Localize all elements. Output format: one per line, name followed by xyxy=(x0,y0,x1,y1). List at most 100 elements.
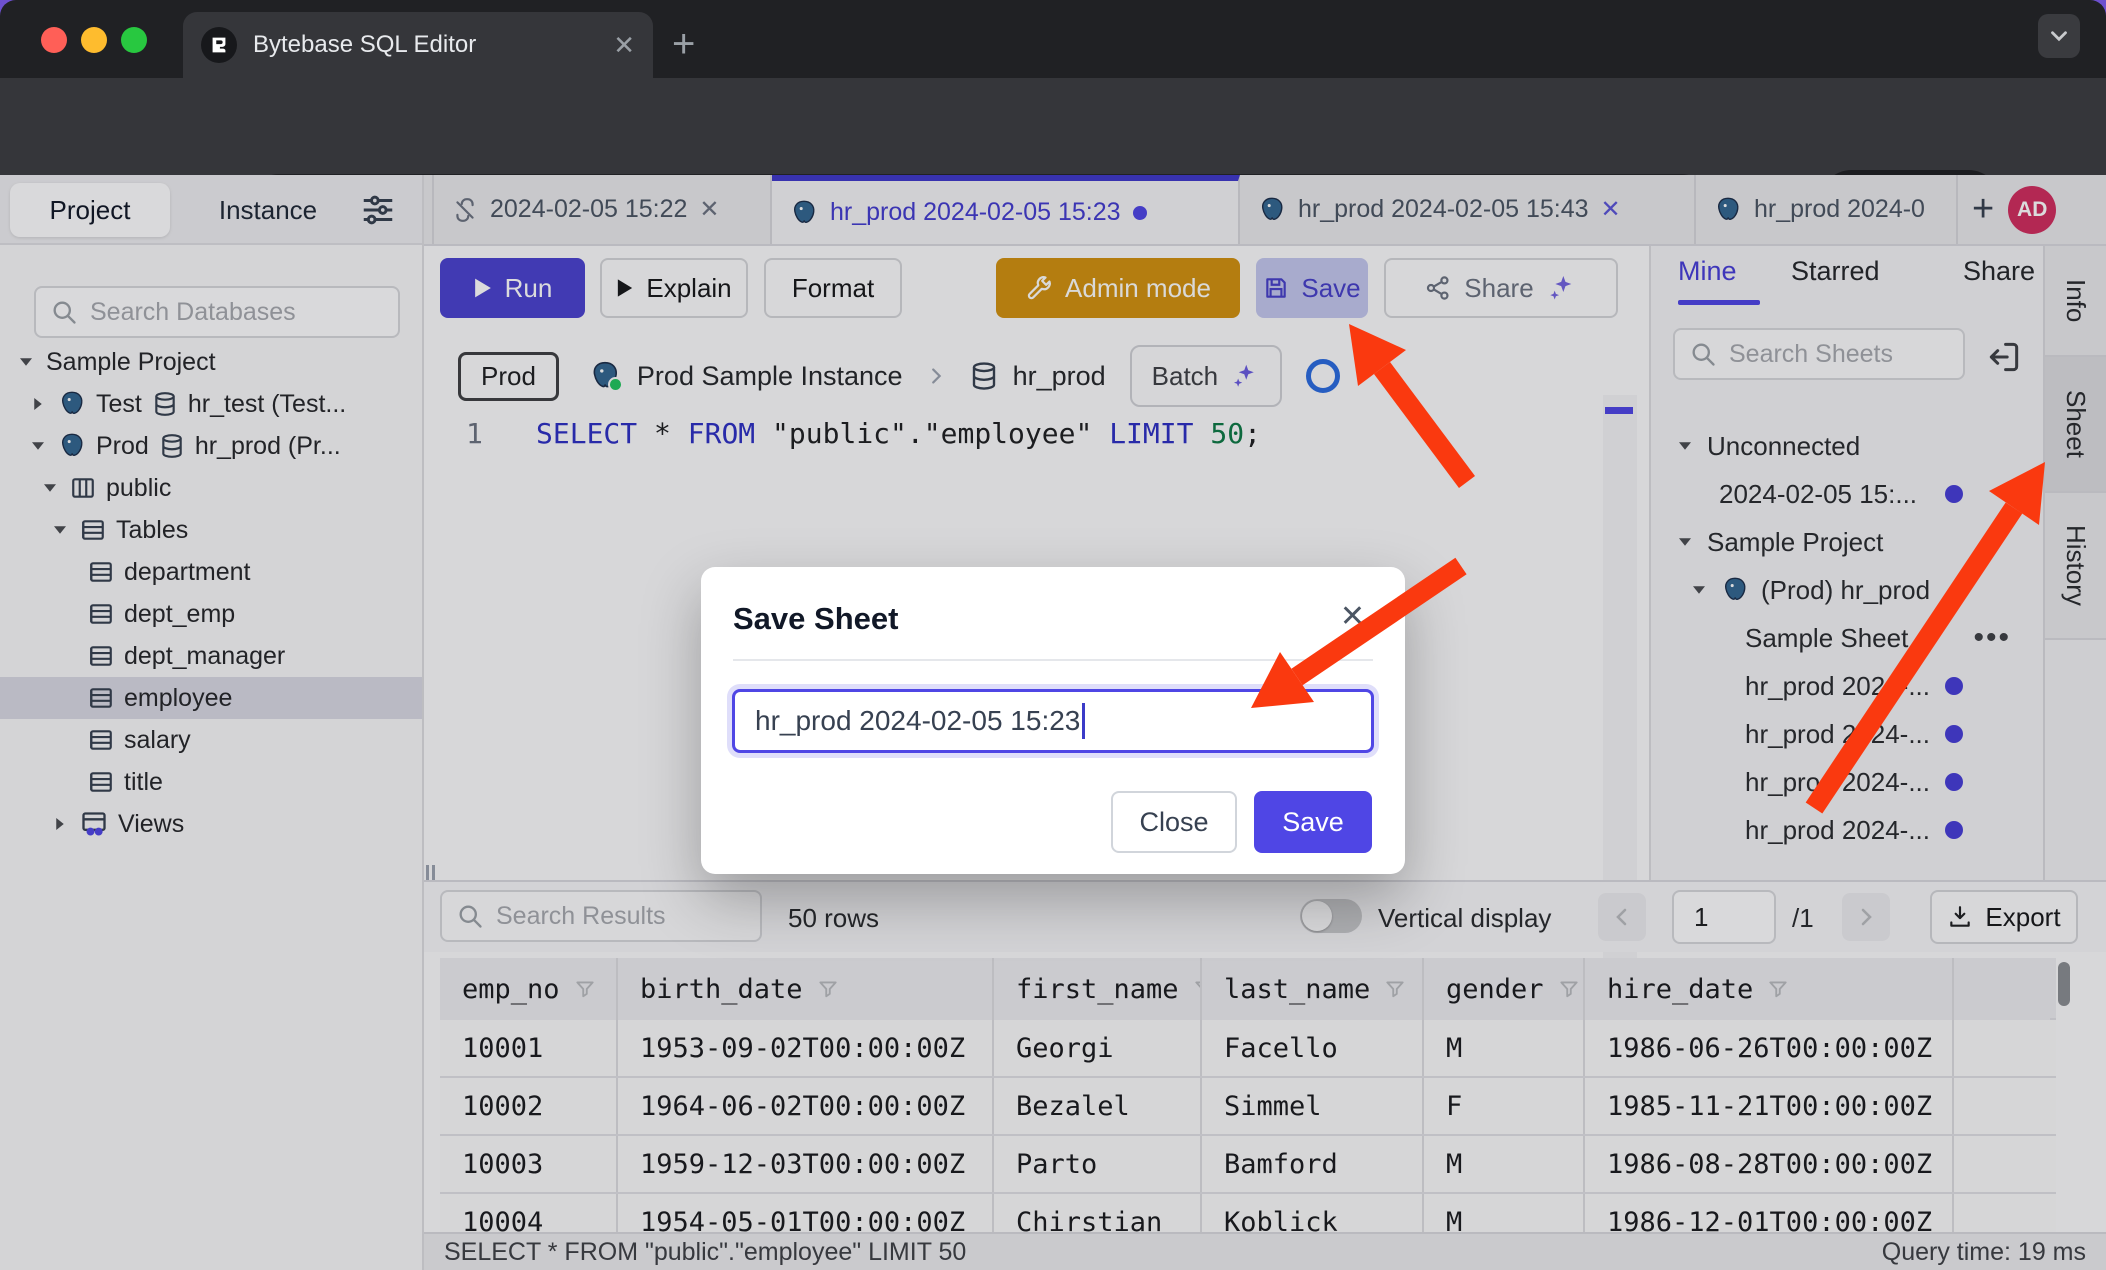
dialog-close-icon[interactable]: ✕ xyxy=(1340,599,1365,634)
cell-last_name[interactable]: Facello xyxy=(1202,1020,1424,1076)
cell-first_name[interactable]: Parto xyxy=(994,1136,1202,1192)
caret-down-icon[interactable] xyxy=(28,437,48,455)
cell-birth_date[interactable]: 1954-05-01T00:00:00Z xyxy=(618,1194,994,1232)
column-header-gender[interactable]: gender xyxy=(1424,958,1585,1020)
column-header-birth_date[interactable]: birth_date xyxy=(618,958,994,1020)
cell-emp_no[interactable]: 10002 xyxy=(440,1078,618,1134)
cell-last_name[interactable]: Simmel xyxy=(1202,1078,1424,1134)
tab-close-icon[interactable]: ✕ xyxy=(699,195,719,224)
batch-button[interactable]: Batch xyxy=(1130,345,1283,407)
cell-gender[interactable]: M xyxy=(1424,1194,1585,1232)
sheet-item-2024-02-05-15-[interactable]: 2024-02-05 15:... xyxy=(1651,470,2043,518)
collapse-panel-icon[interactable] xyxy=(1985,338,2023,376)
caret-down-icon[interactable] xyxy=(40,479,60,497)
sheet-group-sample-project[interactable]: Sample Project xyxy=(1651,518,2043,566)
cell-gender[interactable]: M xyxy=(1424,1136,1585,1192)
tree-item-employee[interactable]: employee xyxy=(0,677,422,719)
cell-birth_date[interactable]: 1959-12-03T00:00:00Z xyxy=(618,1136,994,1192)
vertical-display-toggle[interactable] xyxy=(1300,899,1362,933)
caret-down-icon[interactable] xyxy=(1675,533,1695,551)
tree-item-sample-project[interactable]: Sample Project xyxy=(0,341,422,383)
database-name[interactable]: hr_prod xyxy=(1013,361,1106,392)
sql-code-line[interactable]: SELECT * FROM "public"."employee" LIMIT … xyxy=(536,417,1261,450)
sheet-item-sample-sheet[interactable]: Sample Sheet••• xyxy=(1651,614,2043,662)
export-button[interactable]: Export xyxy=(1930,890,2078,944)
window-minimize-button[interactable] xyxy=(81,27,107,53)
tree-item-salary[interactable]: salary xyxy=(0,719,422,761)
cell-last_name[interactable]: Bamford xyxy=(1202,1136,1424,1192)
sheet-group--prod-hr-prod[interactable]: (Prod) hr_prod xyxy=(1651,566,2043,614)
column-header-first_name[interactable]: first_name xyxy=(994,958,1202,1020)
search-sheets-input[interactable]: Search Sheets xyxy=(1673,328,1965,380)
cell-first_name[interactable]: Chirstian xyxy=(994,1194,1202,1232)
column-header-hire_date[interactable]: hire_date xyxy=(1585,958,1954,1020)
editor-tab-3[interactable]: hr_prod 2024-02-05 15:43✕ xyxy=(1240,175,1696,244)
table-scrollbar[interactable] xyxy=(2056,958,2072,1232)
search-results-input[interactable]: Search Results xyxy=(440,890,762,942)
prev-page-button[interactable] xyxy=(1598,893,1646,941)
tree-item-hr-prod-pr-[interactable]: Prodhr_prod (Pr... xyxy=(0,425,422,467)
tab-share[interactable]: Share xyxy=(1963,256,2035,287)
tab-mine[interactable]: Mine xyxy=(1678,256,1737,287)
share-button[interactable]: Share xyxy=(1384,258,1618,318)
dialog-save-button[interactable]: Save xyxy=(1254,791,1372,853)
cell-gender[interactable]: F xyxy=(1424,1078,1585,1134)
browser-tab[interactable]: Bytebase SQL Editor ✕ xyxy=(183,12,653,78)
editor-tab-4[interactable]: hr_prod 2024-0 xyxy=(1696,175,1958,244)
tab-project[interactable]: Project xyxy=(10,183,170,237)
sheet-group-unconnected[interactable]: Unconnected xyxy=(1651,422,2043,470)
user-avatar[interactable]: AD xyxy=(2008,186,2056,234)
run-button[interactable]: Run xyxy=(440,258,585,318)
column-header-emp_no[interactable]: emp_no xyxy=(440,958,618,1020)
cell-emp_no[interactable]: 10004 xyxy=(440,1194,618,1232)
sheet-menu-icon[interactable]: ••• xyxy=(1973,621,2011,655)
tab-close-icon[interactable]: ✕ xyxy=(1601,195,1621,224)
instance-name[interactable]: Prod Sample Instance xyxy=(637,361,903,392)
tree-item-views[interactable]: Views xyxy=(0,803,422,845)
sheet-item-hr-prod-2024-[interactable]: hr_prod 2024-... xyxy=(1651,662,2043,710)
environment-badge[interactable]: Prod xyxy=(458,352,559,401)
tree-item-department[interactable]: department xyxy=(0,551,422,593)
sheet-item-hr-prod-2024-[interactable]: hr_prod 2024-... xyxy=(1651,758,2043,806)
side-tab-info[interactable]: Info xyxy=(2045,246,2106,357)
filter-sliders-icon[interactable] xyxy=(358,191,398,229)
cell-hire_date[interactable]: 1985-11-21T00:00:00Z xyxy=(1585,1078,1954,1134)
tree-item-hr-test-test-[interactable]: Testhr_test (Test... xyxy=(0,383,422,425)
admin-mode-button[interactable]: Admin mode xyxy=(996,258,1240,318)
editor-tab-1[interactable]: 2024-02-05 15:22✕ xyxy=(432,175,772,244)
cell-hire_date[interactable]: 1986-08-28T00:00:00Z xyxy=(1585,1136,1954,1192)
search-databases-input[interactable]: Search Databases xyxy=(34,286,400,338)
tree-item-title[interactable]: title xyxy=(0,761,422,803)
cell-emp_no[interactable]: 10001 xyxy=(440,1020,618,1076)
cell-emp_no[interactable]: 10003 xyxy=(440,1136,618,1192)
caret-right-icon[interactable] xyxy=(50,815,70,833)
cell-first_name[interactable]: Bezalel xyxy=(994,1078,1202,1134)
tab-instance[interactable]: Instance xyxy=(188,183,348,237)
window-close-button[interactable] xyxy=(41,27,67,53)
caret-down-icon[interactable] xyxy=(16,353,36,371)
caret-down-icon[interactable] xyxy=(1689,581,1709,599)
table-row[interactable]: 100031959-12-03T00:00:00ZPartoBamfordM19… xyxy=(440,1136,2056,1194)
sheet-name-input[interactable]: hr_prod 2024-02-05 15:23 xyxy=(732,689,1374,753)
next-page-button[interactable] xyxy=(1842,893,1890,941)
side-tab-sheet[interactable]: Sheet xyxy=(2045,357,2106,493)
caret-down-icon[interactable] xyxy=(50,521,70,539)
cell-gender[interactable]: M xyxy=(1424,1020,1585,1076)
cell-first_name[interactable]: Georgi xyxy=(994,1020,1202,1076)
tab-search-button[interactable] xyxy=(2038,14,2080,58)
tree-item-dept-emp[interactable]: dept_emp xyxy=(0,593,422,635)
cell-hire_date[interactable]: 1986-12-01T00:00:00Z xyxy=(1585,1194,1954,1232)
tab-close-icon[interactable]: ✕ xyxy=(613,30,635,61)
caret-right-icon[interactable] xyxy=(28,395,48,413)
column-header-last_name[interactable]: last_name xyxy=(1202,958,1424,1020)
cell-birth_date[interactable]: 1964-06-02T00:00:00Z xyxy=(618,1078,994,1134)
caret-down-icon[interactable] xyxy=(1675,437,1695,455)
save-button[interactable]: Save xyxy=(1256,258,1368,318)
window-zoom-button[interactable] xyxy=(121,27,147,53)
page-number-input[interactable]: 1 xyxy=(1672,890,1776,944)
new-tab-button[interactable]: + xyxy=(672,22,695,67)
format-button[interactable]: Format xyxy=(764,258,902,318)
editor-tab-2-active[interactable]: hr_prod 2024-02-05 15:23 xyxy=(772,175,1240,244)
cell-last_name[interactable]: Koblick xyxy=(1202,1194,1424,1232)
tree-item-tables[interactable]: Tables xyxy=(0,509,422,551)
